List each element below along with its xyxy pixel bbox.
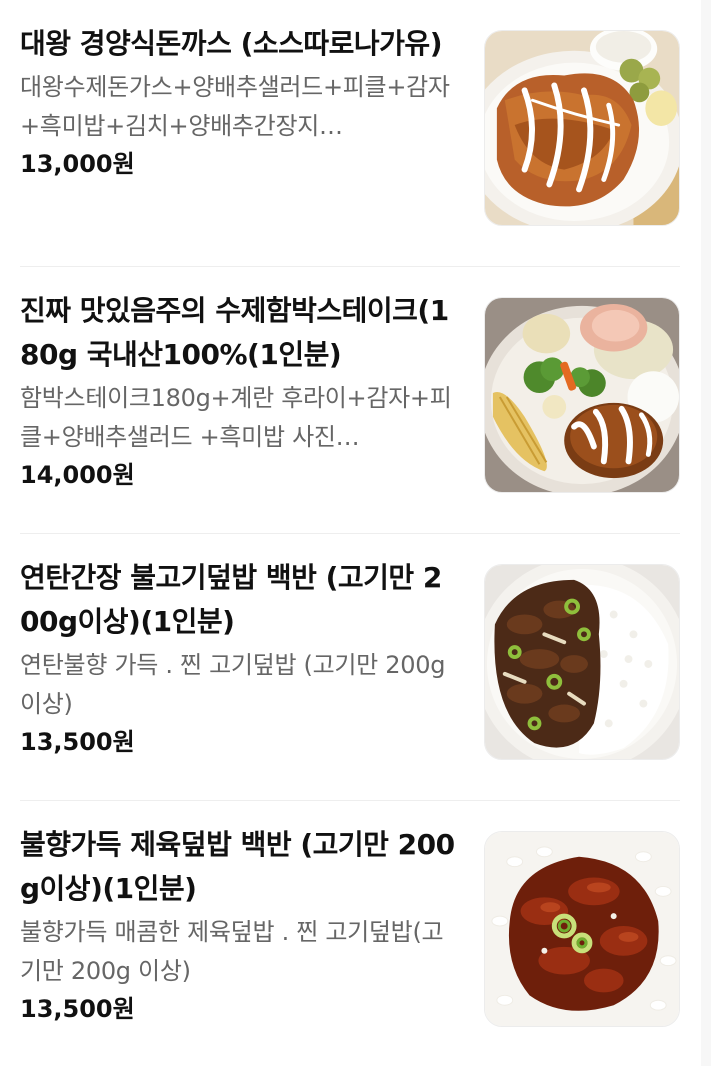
jeyuk-rice-photo[interactable] (484, 831, 680, 1027)
scroll-edge (701, 0, 711, 1066)
menu-item-price: 13,500원 (20, 728, 135, 756)
menu-item-name: 진짜 맛있음주의 수제함박스테이크(180g 국내산100%(1인분) (20, 294, 449, 371)
menu-item-name: 대왕 경양식돈까스 (소스따로나가유) (20, 27, 443, 60)
menu-item-price: 13,500원 (20, 995, 135, 1023)
menu-item-description: 함박스테이크180g+계란 후라이+감자+피클+양배추샐러드 +흑미밥 사진… (20, 384, 452, 451)
menu-item-price: 14,000원 (20, 461, 135, 489)
menu-item[interactable]: 대왕 경양식돈까스 (소스따로나가유) 대왕수제돈가스+양배추샐러드+피클+감자… (20, 0, 680, 267)
menu-item-name: 불향가득 제육덮밥 백반 (고기만 200g이상)(1인분) (20, 828, 455, 905)
menu-item-price: 13,000원 (20, 150, 135, 178)
tonkatsu-photo[interactable] (484, 30, 680, 226)
menu-item[interactable]: 불향가득 제육덮밥 백반 (고기만 200g이상)(1인분) 불향가득 매콤한 … (20, 801, 680, 1068)
menu-item-text: 진짜 맛있음주의 수제함박스테이크(180g 국내산100%(1인분) 함박스테… (20, 289, 460, 493)
menu-item-text: 불향가득 제육덮밥 백반 (고기만 200g이상)(1인분) 불향가득 매콤한 … (20, 823, 460, 1027)
bulgogi-rice-photo[interactable] (484, 564, 680, 760)
menu-item[interactable]: 진짜 맛있음주의 수제함박스테이크(180g 국내산100%(1인분) 함박스테… (20, 267, 680, 534)
menu-item-text: 대왕 경양식돈까스 (소스따로나가유) 대왕수제돈가스+양배추샐러드+피클+감자… (20, 22, 460, 182)
menu-item[interactable]: 연탄간장 불고기덮밥 백반 (고기만 200g이상)(1인분) 연탄불향 가득 … (20, 534, 680, 801)
menu-list: 대왕 경양식돈까스 (소스따로나가유) 대왕수제돈가스+양배추샐러드+피클+감자… (20, 0, 680, 1068)
menu-item-description: 대왕수제돈가스+양배추샐러드+피클+감자+흑미밥+김치+양배추간장지… (20, 73, 450, 140)
menu-item-name: 연탄간장 불고기덮밥 백반 (고기만 200g이상)(1인분) (20, 561, 442, 638)
hamburg-steak-photo[interactable] (484, 297, 680, 493)
menu-item-description: 연탄불향 가득 . 찐 고기덮밥 (고기만 200g이상) (20, 651, 446, 718)
menu-item-text: 연탄간장 불고기덮밥 백반 (고기만 200g이상)(1인분) 연탄불향 가득 … (20, 556, 460, 760)
menu-item-description: 불향가득 매콤한 제육덮밥 . 찐 고기덮밥(고기만 200g 이상) (20, 918, 444, 985)
